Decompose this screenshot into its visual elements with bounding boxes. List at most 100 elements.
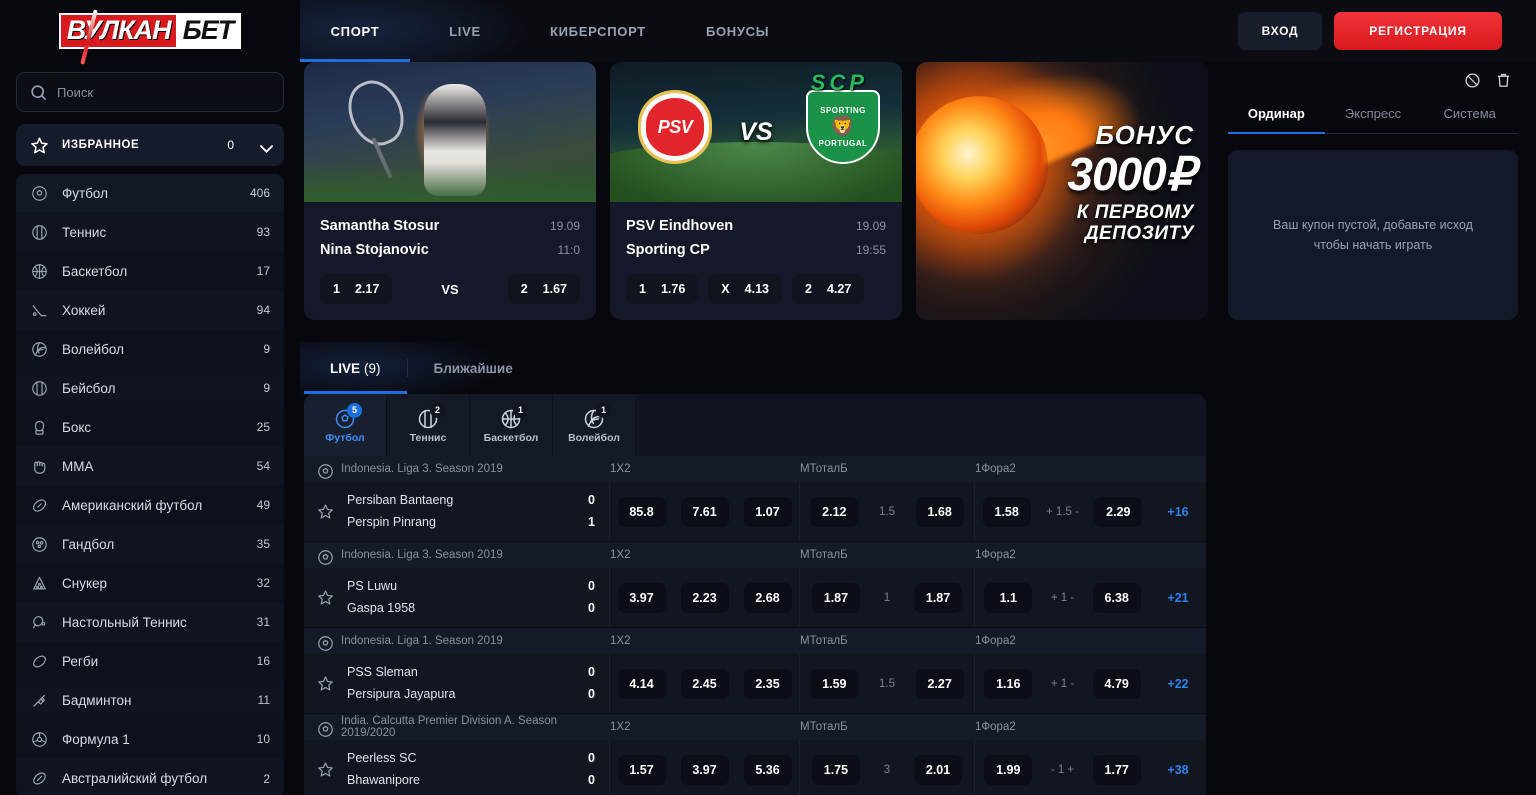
betslip-tab-1[interactable]: Ординар <box>1228 97 1325 134</box>
sport-tab-1[interactable]: 5 Футбол <box>304 394 387 456</box>
odd-away[interactable]: 5.36 <box>743 754 792 785</box>
odd-handicap-away[interactable]: 6.38 <box>1092 582 1141 613</box>
favorites-row[interactable]: ИЗБРАННОЕ 0 <box>16 124 284 166</box>
sport-tab-4[interactable]: 1 Волейбол <box>553 394 636 456</box>
odd-handicap-away[interactable]: 1.77 <box>1092 754 1141 785</box>
event-score: 00 <box>588 748 609 792</box>
league-header[interactable]: Indonesia. Liga 3. Season 2019 1X2 МТоталБ… <box>304 542 1206 568</box>
event-team-2: Gaspa 1958 <box>347 600 416 615</box>
sidebar-item-14[interactable]: Бадминтон 11 <box>16 681 284 720</box>
nav-tab-1[interactable]: СПОРТ <box>300 0 410 62</box>
sidebar-item-4[interactable]: Хоккей 94 <box>16 291 284 330</box>
event-row[interactable]: PSS Sleman Persipura Jayapura 0 0 4.14 2.45 2.… <box>304 654 1206 714</box>
banner-football-match[interactable]: SCP PSV VS SPORTING 🦁 PORTUGAL PSV Eindh… <box>610 62 902 320</box>
more-markets[interactable]: +38 <box>1150 740 1206 795</box>
odd-total-under[interactable]: 1.75 <box>811 754 860 785</box>
sidebar-item-1[interactable]: Футбол 406 <box>16 174 284 213</box>
sidebar-item-13[interactable]: Регби 16 <box>16 642 284 681</box>
odd-handicap-away[interactable]: 4.79 <box>1092 668 1141 699</box>
sidebar-item-6[interactable]: Бейсбол 9 <box>16 369 284 408</box>
shuttlecock-icon <box>30 691 49 710</box>
star-icon[interactable] <box>316 674 335 693</box>
odd-total-over[interactable]: 1.68 <box>915 496 964 527</box>
sidebar-item-8[interactable]: MMA 54 <box>16 447 284 486</box>
more-markets-count: +22 <box>1167 676 1189 691</box>
event-teams[interactable]: PSS Sleman Persipura Jayapura 0 0 <box>304 654 610 713</box>
odd-home[interactable]: 3.97 <box>617 582 666 613</box>
sidebar-item-5[interactable]: Волейбол 9 <box>16 330 284 369</box>
trash-icon[interactable] <box>1495 72 1512 89</box>
sidebar-item-12[interactable]: Настольный Теннис 31 <box>16 603 284 642</box>
league-header[interactable]: India. Calcutta Premier Division A. Seas… <box>304 714 1206 740</box>
event-teams[interactable]: Peerless SC Bhawanipore 0 0 <box>304 740 610 795</box>
odd-home[interactable]: 1.57 <box>617 754 666 785</box>
banner-odd-1[interactable]: 1 1.76 <box>626 274 699 304</box>
more-markets[interactable]: +21 <box>1150 568 1206 627</box>
star-icon[interactable] <box>316 760 335 779</box>
odd-away[interactable]: 2.68 <box>743 582 792 613</box>
odd-total-over[interactable]: 2.01 <box>914 754 963 785</box>
sport-tab-3[interactable]: 1 Баскетбол <box>470 394 553 456</box>
banner-odd-1[interactable]: 1 2.17 <box>320 274 393 304</box>
nav-tab-4[interactable]: БОНУСЫ <box>676 0 799 62</box>
odd-draw[interactable]: 7.61 <box>680 496 729 527</box>
sidebar-item-2[interactable]: Теннис 93 <box>16 213 284 252</box>
event-row[interactable]: PS Luwu Gaspa 1958 0 0 3.97 2.23 2.68 1.87 1 1.87… <box>304 568 1206 628</box>
odd-away[interactable]: 1.07 <box>743 496 792 527</box>
odd-draw[interactable]: 2.45 <box>680 668 729 699</box>
search-input[interactable] <box>57 84 271 100</box>
nav-tab-2[interactable]: LIVE <box>410 0 520 62</box>
no-bets-icon[interactable] <box>1464 72 1481 89</box>
event-teams[interactable]: PS Luwu Gaspa 1958 0 0 <box>304 568 610 627</box>
banner-odd-2[interactable]: 2 4.27 <box>791 274 865 304</box>
banner-tennis-match[interactable]: Samantha Stosur 19.09 Nina Stojanovic 11… <box>304 62 596 320</box>
sidebar-item-7[interactable]: Бокс 25 <box>16 408 284 447</box>
odd-handicap-away[interactable]: 2.29 <box>1094 496 1143 527</box>
odd-draw[interactable]: 2.23 <box>680 582 729 613</box>
tab-upcoming[interactable]: Ближайшие <box>408 342 539 394</box>
nav-tab-3[interactable]: КИБЕРСПОРТ <box>520 0 676 62</box>
login-button[interactable]: ВХОД <box>1238 12 1322 50</box>
search-box[interactable] <box>16 72 284 112</box>
banner-bonus-promo[interactable]: БОНУС 3000₽ К ПЕРВОМУ ДЕПОЗИТУ <box>916 62 1208 320</box>
sidebar-item-count: 35 <box>256 537 270 551</box>
sidebar-item-9[interactable]: Американский футбол 49 <box>16 486 284 525</box>
more-markets[interactable]: +16 <box>1150 482 1206 541</box>
more-markets[interactable]: +22 <box>1150 654 1206 713</box>
sidebar-item-3[interactable]: Баскетбол 17 <box>16 252 284 291</box>
banner-odd-2[interactable]: 2 1.67 <box>507 274 580 304</box>
register-button[interactable]: РЕГИСТРАЦИЯ <box>1334 12 1502 50</box>
odd-total-under[interactable]: 1.87 <box>811 582 860 613</box>
sidebar-item-15[interactable]: Формула 1 10 <box>16 720 284 759</box>
event-teams[interactable]: Persiban Bantaeng Perspin Pinrang 0 1 <box>304 482 610 541</box>
banner-odd-x[interactable]: X 4.13 <box>708 274 782 304</box>
star-icon[interactable] <box>316 502 335 521</box>
odd-total-under[interactable]: 1.59 <box>810 668 859 699</box>
sidebar-item-16[interactable]: Австралийский футбол 2 <box>16 759 284 795</box>
odd-away[interactable]: 2.35 <box>743 668 792 699</box>
odd-draw[interactable]: 3.97 <box>680 754 729 785</box>
league-header[interactable]: Indonesia. Liga 1. Season 2019 1X2 МТоталБ… <box>304 628 1206 654</box>
sidebar-item-10[interactable]: Гандбол 35 <box>16 525 284 564</box>
sidebar-item-11[interactable]: Снукер 32 <box>16 564 284 603</box>
betslip-tab-3[interactable]: Система <box>1421 97 1518 133</box>
event-row[interactable]: Peerless SC Bhawanipore 0 0 1.57 3.97 5.36 1.75… <box>304 740 1206 795</box>
sport-tab-2[interactable]: 2 Теннис <box>387 394 470 456</box>
odd-home[interactable]: 4.14 <box>617 668 666 699</box>
odd-handicap-home[interactable]: 1.1 <box>984 582 1033 613</box>
odd-total-over[interactable]: 1.87 <box>914 582 963 613</box>
chevron-down-icon[interactable] <box>257 139 273 153</box>
odd-total-over[interactable]: 2.27 <box>915 668 964 699</box>
event-row[interactable]: Persiban Bantaeng Perspin Pinrang 0 1 85.8 7.… <box>304 482 1206 542</box>
odd-total-under[interactable]: 2.12 <box>810 496 859 527</box>
betslip-tab-2[interactable]: Экспресс <box>1325 97 1422 133</box>
logo[interactable]: ВУЛКАН БЕТ <box>0 0 300 65</box>
odd-handicap-home[interactable]: 1.16 <box>984 668 1033 699</box>
odd-handicap-home[interactable]: 1.99 <box>984 754 1033 785</box>
tab-live[interactable]: LIVE (9) <box>304 342 407 394</box>
star-icon[interactable] <box>316 588 335 607</box>
odd-home[interactable]: 85.8 <box>617 496 666 527</box>
league-header[interactable]: Indonesia. Liga 3. Season 2019 1X2 МТоталБ… <box>304 456 1206 482</box>
odd-handicap-home[interactable]: 1.58 <box>982 496 1031 527</box>
sidebar-item-count: 32 <box>256 576 270 590</box>
